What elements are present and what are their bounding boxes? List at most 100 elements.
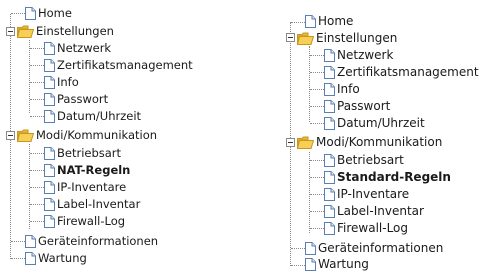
tree-item-netzwerk[interactable]: Netzwerk xyxy=(324,46,395,64)
document-icon xyxy=(324,188,335,201)
tree-item-label: Zertifikatsmanagement xyxy=(57,58,193,72)
document-icon xyxy=(44,59,55,72)
tree-item-zertifikatsmanagement[interactable]: Zertifikatsmanagement xyxy=(324,63,481,81)
tree-line xyxy=(11,258,25,259)
tree-item-label: Datum/Uhrzeit xyxy=(57,109,142,123)
tree-line xyxy=(310,123,324,124)
tree-item-label: Info xyxy=(57,75,79,89)
tree-line xyxy=(30,170,44,171)
tree-item-passwort[interactable]: Passwort xyxy=(44,90,110,108)
tree-item-firewall-log[interactable]: Firewall-Log xyxy=(324,219,410,237)
document-icon xyxy=(25,235,36,248)
tree-line xyxy=(310,211,324,212)
tree-item-geraeteinformationen[interactable]: Geräteinformationen xyxy=(25,232,160,250)
document-icon xyxy=(44,164,55,177)
einstellungen-collapse-toggle[interactable] xyxy=(6,27,15,36)
document-icon xyxy=(324,205,335,218)
tree-item-label: Modi/Kommunikation xyxy=(316,135,443,149)
tree-line xyxy=(310,177,324,178)
tree-line xyxy=(310,194,324,195)
tree-item-label: Modi/Kommunikation xyxy=(36,128,158,142)
tree-item-label: Passwort xyxy=(337,99,391,113)
tree-line xyxy=(30,82,44,83)
tree-line xyxy=(30,204,44,205)
document-icon xyxy=(44,181,55,194)
document-icon xyxy=(44,215,55,228)
tree-item-home[interactable]: Home xyxy=(25,4,74,22)
tree-line xyxy=(30,65,44,66)
tree-item-label: Firewall-Log xyxy=(57,214,126,228)
tree-item-firewall-log[interactable]: Firewall-Log xyxy=(44,212,127,230)
tree-item-betriebsart[interactable]: Betriebsart xyxy=(44,144,123,162)
tree-line xyxy=(291,265,305,266)
left-nav-tree: Home Einstellungen Netzwerk Zertifikatsm… xyxy=(5,0,230,271)
tree-line xyxy=(30,48,44,49)
tree-item-zertifikatsmanagement[interactable]: Zertifikatsmanagement xyxy=(44,56,195,74)
right-nav-tree: Home Einstellungen Netzwerk Zertifikatsm… xyxy=(280,0,485,271)
tree-folder-modi-kommunikation[interactable]: Modi/Kommunikation xyxy=(297,133,444,151)
tree-line xyxy=(11,241,25,242)
document-icon xyxy=(324,66,335,79)
folder-open-icon xyxy=(17,129,34,142)
tree-folder-einstellungen[interactable]: Einstellungen xyxy=(17,22,116,40)
document-icon xyxy=(44,93,55,106)
tree-item-label: Datum/Uhrzeit xyxy=(337,116,425,130)
tree-item-label: Standard-Regeln xyxy=(337,170,451,184)
tree-line xyxy=(310,55,324,56)
tree-item-info[interactable]: Info xyxy=(324,80,362,98)
document-icon xyxy=(324,49,335,62)
tree-item-label: IP-Inventare xyxy=(337,187,410,201)
document-icon xyxy=(44,76,55,89)
tree-item-datum-uhrzeit[interactable]: Datum/Uhrzeit xyxy=(324,114,427,132)
document-icon xyxy=(25,252,36,265)
einstellungen-collapse-toggle[interactable] xyxy=(286,33,295,42)
folder-open-icon xyxy=(17,25,34,38)
tree-item-label: IP-Inventare xyxy=(57,180,127,194)
tree-item-netzwerk[interactable]: Netzwerk xyxy=(44,39,113,57)
document-icon xyxy=(324,117,335,130)
tree-item-label: Geräteinformationen xyxy=(318,241,444,255)
tree-item-label: Wartung xyxy=(318,257,369,271)
tree-item-label: Firewall-Log xyxy=(337,221,409,235)
tree-item-nat-regeln[interactable]: NAT-Regeln xyxy=(44,161,132,179)
tree-item-label: Zertifikatsmanagement xyxy=(337,65,479,79)
modi-kommunikation-collapse-toggle[interactable] xyxy=(6,131,15,140)
folder-open-icon xyxy=(297,136,314,149)
tree-item-label: Netzwerk xyxy=(337,48,394,62)
tree-item-label: Betriebsart xyxy=(337,153,404,167)
folder-open-icon xyxy=(297,32,314,45)
tree-item-label-inventar[interactable]: Label-Inventar xyxy=(44,195,142,213)
document-icon xyxy=(324,171,335,184)
tree-item-wartung[interactable]: Wartung xyxy=(305,255,371,273)
tree-item-label: Label-Inventar xyxy=(337,204,424,218)
modi-kommunikation-collapse-toggle[interactable] xyxy=(286,138,295,147)
tree-line xyxy=(310,106,324,107)
tree-item-ip-inventare[interactable]: IP-Inventare xyxy=(324,185,411,203)
tree-item-home[interactable]: Home xyxy=(305,12,355,30)
tree-item-label: Einstellungen xyxy=(36,24,114,38)
tree-item-datum-uhrzeit[interactable]: Datum/Uhrzeit xyxy=(44,107,143,125)
document-icon xyxy=(44,198,55,211)
tree-item-label: Passwort xyxy=(57,92,109,106)
tree-item-betriebsart[interactable]: Betriebsart xyxy=(324,151,406,169)
tree-line xyxy=(30,99,44,100)
tree-folder-modi-kommunikation[interactable]: Modi/Kommunikation xyxy=(17,126,159,144)
document-icon xyxy=(324,100,335,113)
tree-line xyxy=(30,116,44,117)
tree-item-passwort[interactable]: Passwort xyxy=(324,97,392,115)
tree-item-standard-regeln[interactable]: Standard-Regeln xyxy=(324,168,453,186)
tree-folder-einstellungen[interactable]: Einstellungen xyxy=(297,29,399,47)
tree-line xyxy=(309,152,310,233)
tree-item-label: Info xyxy=(337,82,360,96)
tree-item-label: Geräteinformationen xyxy=(38,234,159,248)
tree-item-label: Einstellungen xyxy=(316,31,398,45)
tree-line xyxy=(30,187,44,188)
tree-item-ip-inventare[interactable]: IP-Inventare xyxy=(44,178,128,196)
tree-item-wartung[interactable]: Wartung xyxy=(25,249,89,267)
tree-item-label-inventar[interactable]: Label-Inventar xyxy=(324,202,426,220)
tree-line xyxy=(291,22,305,23)
document-icon xyxy=(324,154,335,167)
tree-item-info[interactable]: Info xyxy=(44,73,81,91)
document-icon xyxy=(324,83,335,96)
tree-item-label: Betriebsart xyxy=(57,146,122,160)
